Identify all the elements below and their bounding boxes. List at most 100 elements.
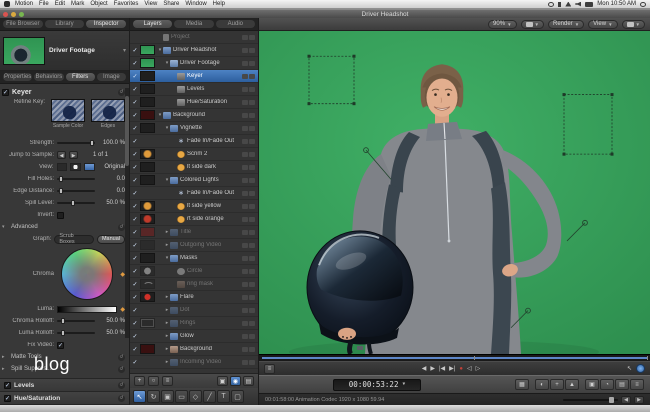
select-tool[interactable]: ↖ [133, 390, 146, 403]
chroma-color-wheel[interactable] [61, 248, 114, 300]
layer-enable-checkbox[interactable]: ✓ [130, 138, 140, 145]
layer-row-background[interactable]: ✓ ▸ Background [130, 343, 258, 356]
tab-library[interactable]: Library [44, 20, 85, 28]
menu-motion[interactable]: Motion [15, 1, 33, 7]
layer-curve-icon[interactable] [249, 60, 255, 66]
next-sample-icon[interactable]: ▶ [69, 151, 78, 159]
layer-lock-icon[interactable] [242, 60, 248, 66]
layer-lock-icon[interactable] [242, 346, 248, 352]
filter-row-hue-saturation[interactable]: ✓ Hue/Saturation ↺ [0, 392, 129, 405]
reset-icon[interactable]: ↺ [118, 89, 125, 96]
param-fix-video-checkbox[interactable]: ✓ [57, 341, 64, 349]
param-luma-rolloff-slider[interactable] [57, 330, 95, 336]
inspector-scrollbar[interactable] [125, 88, 129, 338]
filter-enable-checkbox[interactable]: ✓ [4, 381, 11, 389]
layer-enable-checkbox[interactable]: ✓ [130, 190, 140, 197]
layer-row-hue-saturation[interactable]: ✓ Hue/Saturation [130, 96, 258, 109]
link-column-icon[interactable]: ◉ [230, 376, 241, 386]
scrub-box-handle[interactable] [562, 93, 566, 97]
layer-lock-icon[interactable] [242, 190, 248, 196]
layer-enable-checkbox[interactable]: ✓ [130, 229, 140, 236]
layer-row-masks[interactable]: ✓ ▾ Masks [130, 252, 258, 265]
layer-lock-icon[interactable] [242, 86, 248, 92]
zoom-out-icon[interactable]: ◀ [621, 395, 631, 404]
go-to-end-icon[interactable]: ▷ [476, 365, 481, 372]
layer-row-scrim-2[interactable]: ✓ Scrim 2 [130, 148, 258, 161]
scrub-box-handle[interactable] [610, 93, 614, 97]
tab-media[interactable]: Media [174, 20, 214, 28]
layer-lock-icon[interactable] [242, 138, 248, 144]
layer-row-fade-in-fade-out[interactable]: ✓ ∗ Fade In/Fade Out [130, 187, 258, 200]
layer-lock-icon[interactable] [242, 320, 248, 326]
layer-curve-icon[interactable] [249, 255, 255, 261]
layer-curve-icon[interactable] [249, 73, 255, 79]
scrub-box-handle[interactable] [610, 152, 614, 156]
layer-curve-icon[interactable] [249, 138, 255, 144]
param-edge-distance-slider[interactable] [57, 188, 95, 194]
list-options-icon[interactable]: ≡ [162, 376, 173, 386]
param-spill-level-slider[interactable] [57, 200, 95, 206]
layer-curve-icon[interactable] [249, 164, 255, 170]
layer-row-levels[interactable]: ✓ Levels [130, 83, 258, 96]
layer-enable-checkbox[interactable]: ✓ [130, 216, 140, 223]
next-frame-icon[interactable]: ▶| [449, 365, 455, 372]
layer-enable-checkbox[interactable]: ✓ [130, 177, 140, 184]
param-invert-checkbox[interactable] [57, 211, 64, 219]
layer-enable-checkbox[interactable]: ✓ [130, 268, 140, 275]
layer-row-lt-side-yellow[interactable]: ✓ lt side yellow [130, 200, 258, 213]
layer-row-lt-side-dark[interactable]: ✓ lt side dark [130, 161, 258, 174]
layer-curve-icon[interactable] [249, 47, 255, 53]
subtab-filters[interactable]: Filters [65, 73, 95, 81]
add-marker-icon[interactable]: + [550, 379, 564, 390]
layer-lock-icon[interactable] [242, 99, 248, 105]
menu-mark[interactable]: Mark [71, 1, 84, 7]
layer-lock-icon[interactable] [242, 281, 248, 287]
view-composite-icon[interactable] [56, 163, 68, 171]
layer-curve-icon[interactable] [249, 125, 255, 131]
param-chroma-rolloff-slider[interactable] [57, 318, 95, 324]
layer-curve-icon[interactable] [249, 151, 255, 157]
layer-curve-icon[interactable] [249, 281, 255, 287]
refine-key-sample-color[interactable]: Sample Color [51, 99, 85, 129]
layer-enable-checkbox[interactable]: ✓ [130, 281, 140, 288]
layer-lock-icon[interactable] [242, 307, 248, 313]
layer-enable-checkbox[interactable]: ✓ [130, 307, 140, 314]
keyer-enable-checkbox[interactable]: ✓ [2, 89, 9, 96]
layer-lock-icon[interactable] [242, 34, 248, 40]
graph-scrub-boxes-button[interactable]: Scrub Boxes [54, 233, 94, 245]
param-fill-holes-slider[interactable] [57, 176, 95, 182]
param-chroma-rolloff-knob[interactable] [60, 318, 65, 324]
layer-row-rings[interactable]: ✓ ▸ Rings [130, 317, 258, 330]
refine-key-thumb-sample-color[interactable] [51, 99, 85, 122]
spotlight-icon[interactable] [640, 1, 646, 7]
layer-row-keyer[interactable]: ✓ Keyer [130, 70, 258, 83]
window-titlebar[interactable]: Driver Headshot [0, 9, 650, 18]
layer-lock-icon[interactable] [242, 73, 248, 79]
layer-row-ring-mask[interactable]: ✓ ring mask [130, 278, 258, 291]
view-original-icon[interactable] [84, 163, 96, 171]
layer-curve-icon[interactable] [249, 346, 255, 352]
layer-curve-icon[interactable] [249, 177, 255, 183]
layer-enable-checkbox[interactable]: ✓ [130, 359, 140, 366]
layer-curve-icon[interactable] [249, 268, 255, 274]
layer-row-title[interactable]: ✓ ▸ Title [130, 226, 258, 239]
timecode-display[interactable]: 00:00:53:22 ▼ [333, 378, 421, 391]
layer-enable-checkbox[interactable]: ✓ [130, 255, 140, 262]
menu-edit[interactable]: Edit [55, 1, 65, 7]
timecode-menu-icon[interactable]: ▼ [402, 382, 405, 387]
layer-curve-icon[interactable] [249, 112, 255, 118]
layer-lock-icon[interactable] [242, 112, 248, 118]
layout-dropdown[interactable]: ▼ [621, 19, 645, 29]
airplay-icon[interactable] [565, 1, 572, 7]
layer-row-incoming-video[interactable]: ✓ ▸ Incoming Video [130, 356, 258, 369]
layer-row-fade-in-fade-out[interactable]: ✓ ∗ Fade In/Fade Out [130, 135, 258, 148]
timeline-scrubber[interactable] [259, 354, 650, 361]
subtab-behaviors[interactable]: Behaviors [34, 73, 64, 81]
param-strength-slider[interactable] [57, 140, 95, 146]
transform-tool[interactable]: ↻ [147, 390, 160, 403]
crop-tool[interactable]: ▣ [161, 390, 174, 403]
reset-icon[interactable]: ↺ [118, 381, 125, 389]
layer-curve-icon[interactable] [249, 242, 255, 248]
layer-enable-checkbox[interactable]: ✓ [130, 164, 140, 171]
layer-enable-checkbox[interactable]: ✓ [130, 151, 140, 158]
